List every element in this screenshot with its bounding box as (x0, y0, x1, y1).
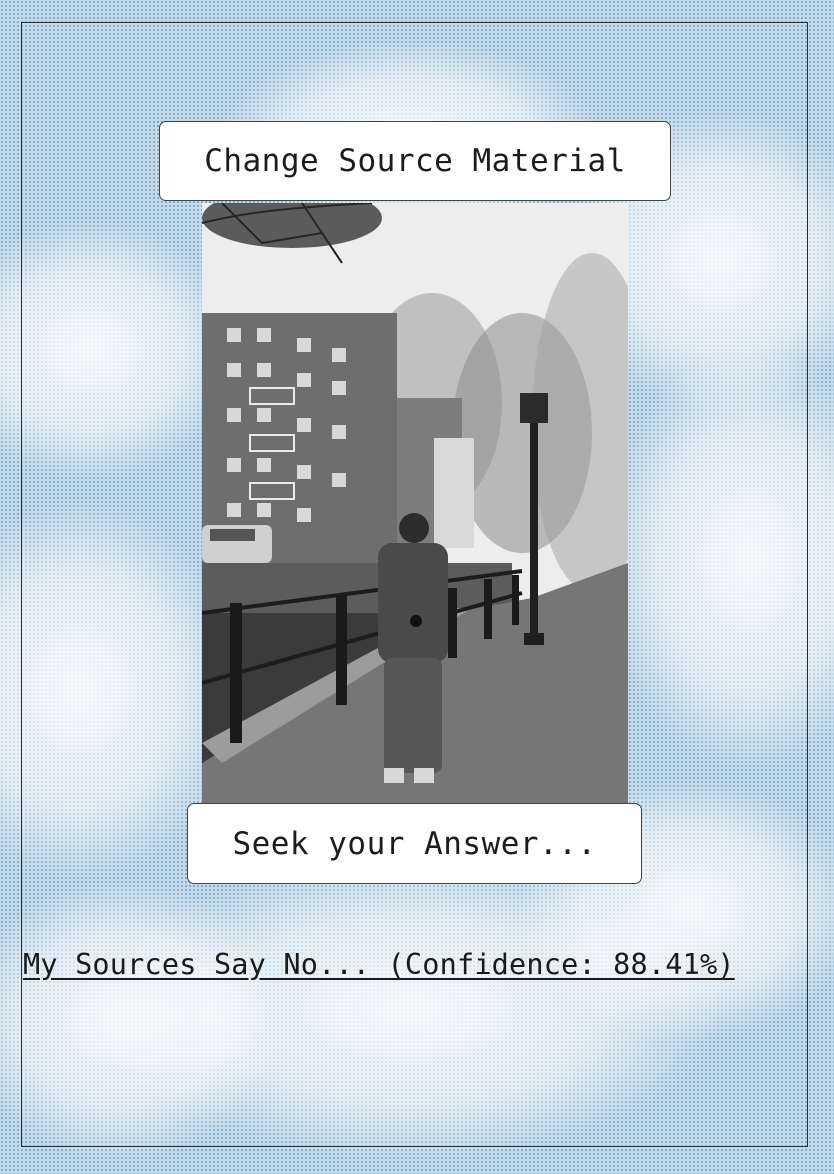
seek-answer-button[interactable]: Seek your Answer... (187, 803, 642, 884)
street-scene-image (202, 203, 628, 803)
answer-result-text: My Sources Say No... (Confidence: 88.41%… (23, 948, 735, 981)
source-photo (202, 203, 628, 803)
change-source-button[interactable]: Change Source Material (159, 121, 671, 201)
